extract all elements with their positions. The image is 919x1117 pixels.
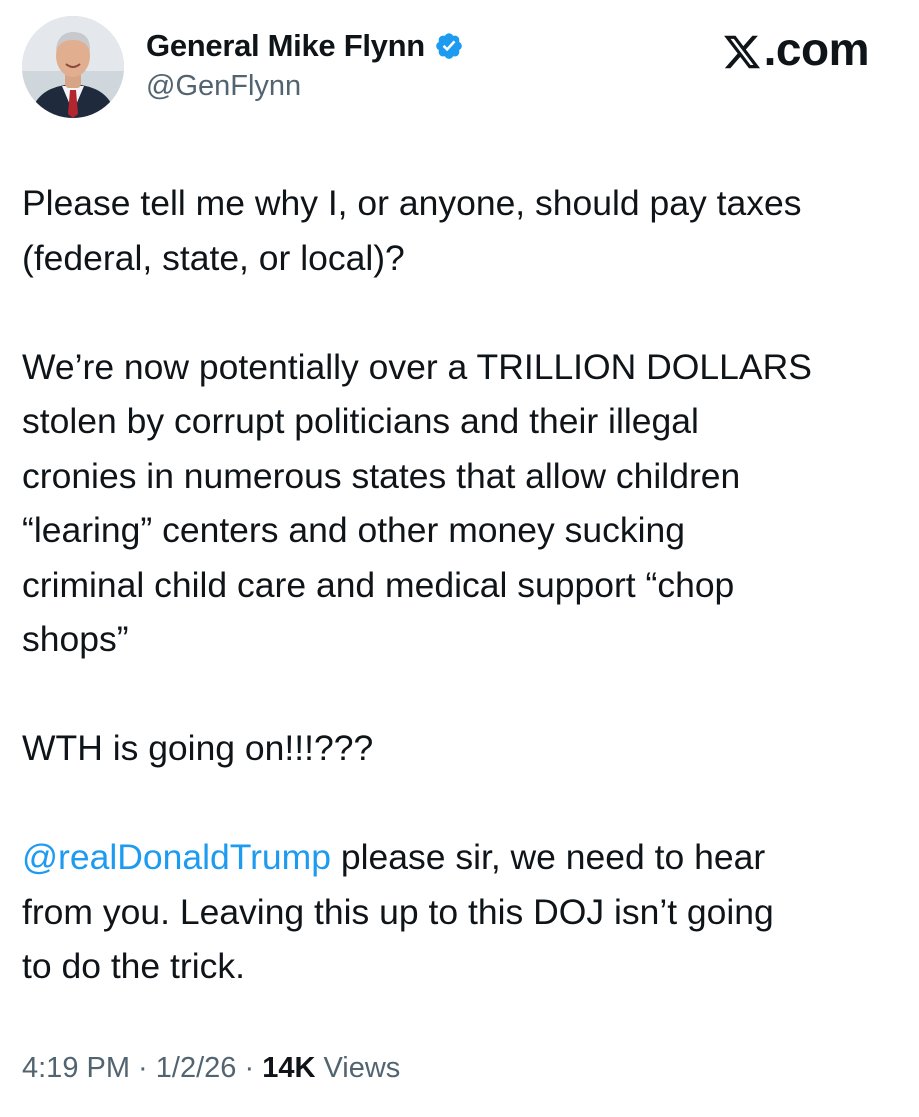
brand-label: .com	[763, 23, 870, 75]
avatar[interactable]	[22, 16, 124, 118]
brand-watermark: .com	[722, 22, 870, 76]
meta-separator: ·	[236, 1052, 263, 1084]
x-logo-icon	[722, 29, 762, 69]
tweet-paragraph: We’re now potentially over a TRILLION DO…	[22, 346, 812, 660]
meta-separator: ·	[130, 1052, 156, 1084]
tweet-text: Please tell me why I, or anyone, should …	[22, 176, 902, 994]
mention-link[interactable]: @realDonaldTrump	[22, 837, 331, 877]
views-label: Views	[315, 1052, 401, 1084]
tweet-date[interactable]: 1/2/26	[156, 1052, 237, 1084]
verified-badge-icon	[434, 31, 464, 61]
author-display-name[interactable]: General Mike Flynn	[146, 28, 425, 64]
views-count: 14K	[262, 1052, 316, 1084]
tweet-paragraph: WTH is going on!!!???	[22, 728, 374, 768]
avatar-photo	[22, 16, 124, 118]
tweet-paragraph: Please tell me why I, or anyone, should …	[22, 183, 802, 278]
tweet-paragraph: @realDonaldTrump please sir, we need to …	[22, 830, 902, 994]
tweet-time[interactable]: 4:19 PM	[22, 1052, 130, 1084]
author-handle[interactable]: @GenFlynn	[146, 70, 301, 103]
author-name-row: General Mike Flynn	[146, 26, 464, 66]
tweet-meta: 4:19 PM · 1/2/26 · 14K Views	[22, 1052, 400, 1085]
